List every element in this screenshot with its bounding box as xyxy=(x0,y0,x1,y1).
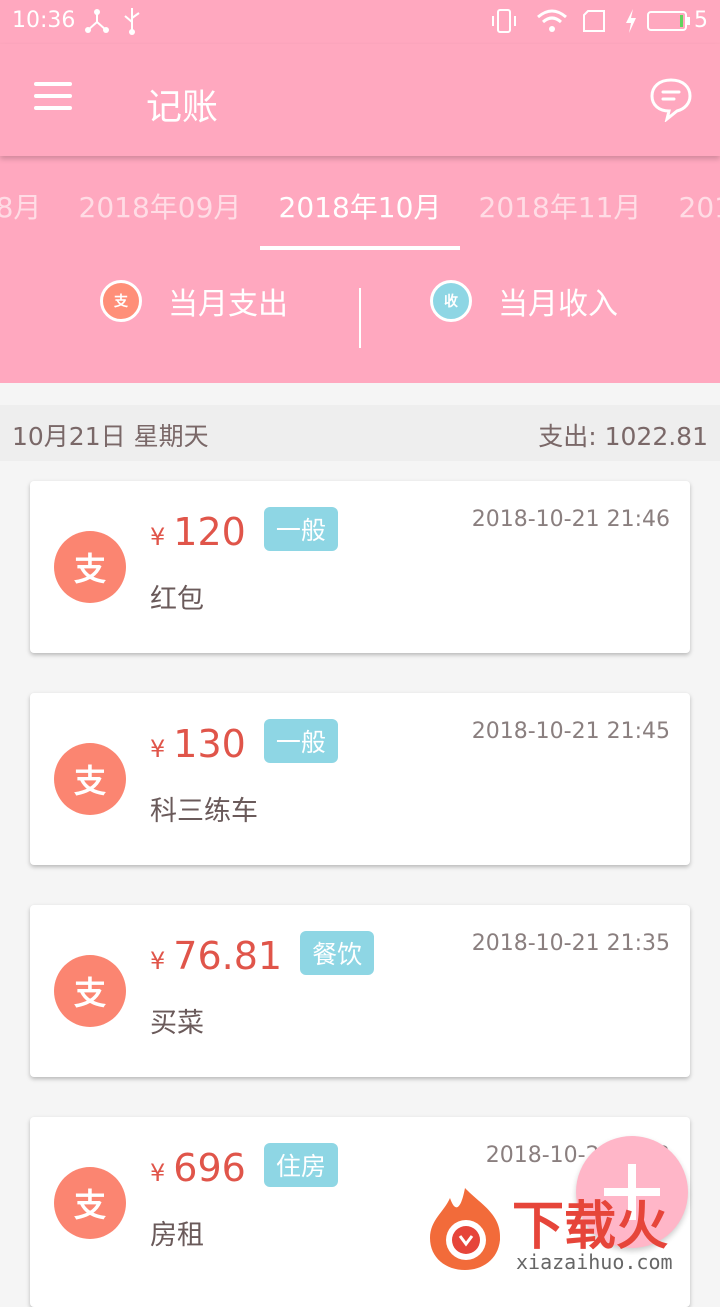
watermark-brand: 下载火 xyxy=(512,1197,669,1257)
tab-month-2018-11[interactable]: 2018年11月 xyxy=(460,186,660,226)
vibrate-icon xyxy=(492,9,516,33)
charging-icon xyxy=(626,9,636,33)
tab-month-2018-12[interactable]: 2018年12月 xyxy=(660,186,720,226)
expense-icon: 支 xyxy=(100,280,142,322)
expense-badge: 支 xyxy=(54,1167,126,1239)
record-note: 房租 xyxy=(150,1220,204,1251)
sim-card-icon xyxy=(583,10,605,32)
monthly-income-button[interactable]: 收 当月收入 xyxy=(430,276,618,326)
usb-icon xyxy=(124,8,140,35)
app-bar: 记账 xyxy=(0,44,720,156)
menu-icon xyxy=(34,82,72,86)
currency-symbol: ¥ xyxy=(150,1159,166,1187)
wifi-icon xyxy=(537,9,567,32)
summary-divider xyxy=(359,288,361,348)
tab-month-2018-09[interactable]: 2018年09月 xyxy=(60,186,260,226)
status-bar: 10:36 5 xyxy=(0,0,720,44)
record-note: 科三练车 xyxy=(150,796,258,827)
currency-symbol: ¥ xyxy=(150,523,166,551)
message-icon[interactable] xyxy=(648,76,694,122)
record-card[interactable]: 支 ¥120 一般 红包 2018-10-21 21:46 xyxy=(30,481,690,653)
expense-badge: 支 xyxy=(54,743,126,815)
record-time: 2018-10-21 21:45 xyxy=(471,719,670,744)
category-tag: 一般 xyxy=(263,507,338,551)
record-note: 买菜 xyxy=(150,1008,204,1039)
battery-icon xyxy=(647,11,690,31)
record-amount: ¥696 住房 xyxy=(150,1143,338,1190)
battery-percent: 5 xyxy=(694,8,708,33)
tab-indicator xyxy=(260,246,460,250)
month-header: 2018年08月 2018年09月 2018年10月 2018年11月 2018… xyxy=(0,156,720,383)
expense-badge: 支 xyxy=(54,955,126,1027)
watermark-domain: xiazaihuo.com xyxy=(516,1250,673,1274)
amount-value: 130 xyxy=(173,722,246,766)
month-tabs: 2018年08月 2018年09月 2018年10月 2018年11月 2018… xyxy=(0,156,720,252)
monthly-expense-button[interactable]: 支 当月支出 xyxy=(100,276,288,326)
tab-month-2018-10[interactable]: 2018年10月 xyxy=(260,186,460,226)
record-note: 红包 xyxy=(150,584,204,615)
page-title: 记账 xyxy=(146,87,219,128)
share-icon xyxy=(85,9,109,33)
income-icon: 收 xyxy=(430,280,472,322)
amount-value: 120 xyxy=(173,510,246,554)
record-amount: ¥76.81 餐饮 xyxy=(150,931,375,978)
tab-month-2018-08[interactable]: 2018年08月 xyxy=(0,186,60,226)
record-card[interactable]: 支 ¥76.81 餐饮 买菜 2018-10-21 21:35 xyxy=(30,905,690,1077)
category-tag: 一般 xyxy=(263,719,338,763)
record-amount: ¥120 一般 xyxy=(150,507,338,554)
amount-value: 696 xyxy=(173,1146,246,1190)
watermark: 下载火 xiazaihuo.com xyxy=(420,1180,720,1280)
record-amount: ¥130 一般 xyxy=(150,719,338,766)
day-header: 10月21日 星期天 支出: 1022.81 xyxy=(0,405,720,461)
currency-symbol: ¥ xyxy=(150,735,166,763)
category-tag: 住房 xyxy=(263,1143,338,1187)
record-time: 2018-10-21 21:46 xyxy=(471,507,670,532)
currency-symbol: ¥ xyxy=(150,947,166,975)
monthly-income-label: 当月收入 xyxy=(498,287,618,322)
category-tag: 餐饮 xyxy=(300,931,375,975)
record-card[interactable]: 支 ¥130 一般 科三练车 2018-10-21 21:45 xyxy=(30,693,690,865)
monthly-expense-label: 当月支出 xyxy=(168,287,288,322)
record-time: 2018-10-21 21:35 xyxy=(471,931,670,956)
expense-badge: 支 xyxy=(54,531,126,603)
day-expense-total: 支出: 1022.81 xyxy=(538,422,708,451)
amount-value: 76.81 xyxy=(173,934,283,978)
menu-button[interactable] xyxy=(34,82,78,118)
flame-logo-icon xyxy=(430,1188,501,1270)
day-date: 10月21日 星期天 xyxy=(12,422,209,451)
status-time: 10:36 xyxy=(12,8,76,33)
